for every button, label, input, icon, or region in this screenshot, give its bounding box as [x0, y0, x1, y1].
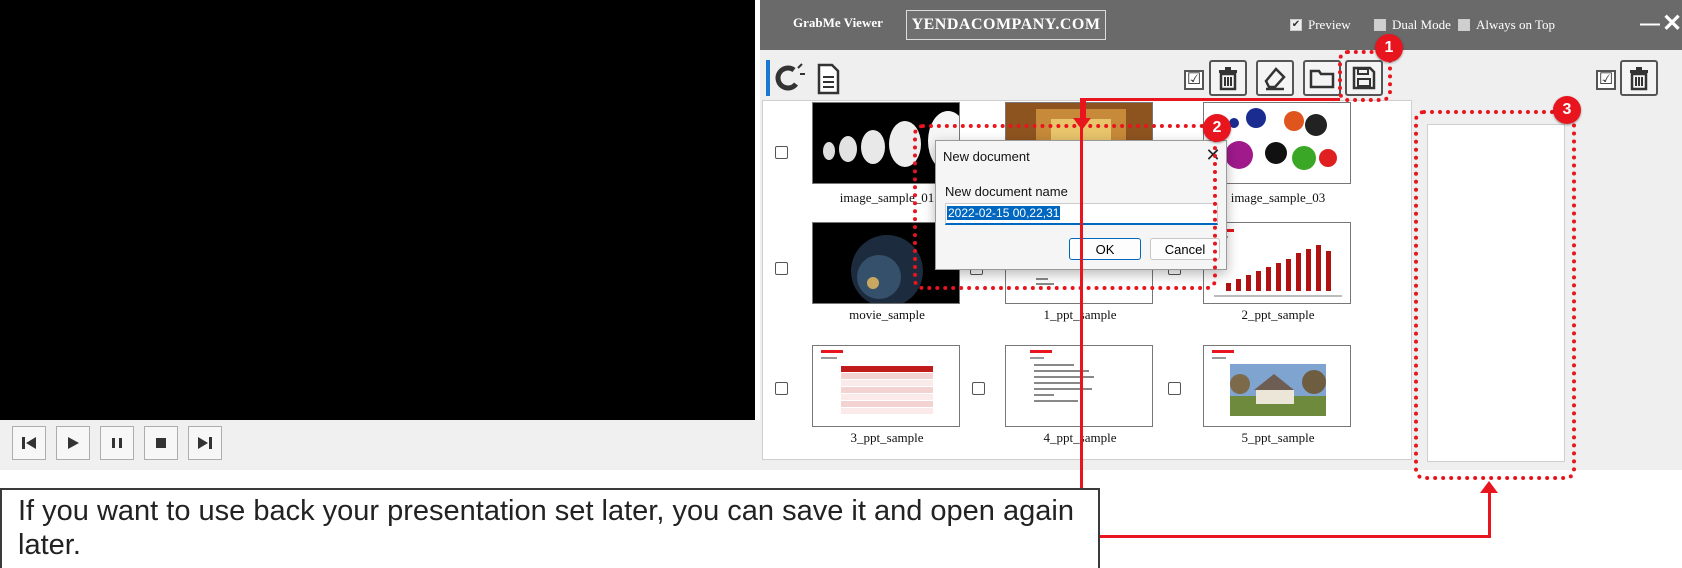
play-button[interactable]: [56, 426, 90, 460]
document-icon: [817, 63, 840, 95]
pause-icon: [112, 438, 122, 448]
minimize-button[interactable]: —: [1640, 14, 1662, 34]
delete-button[interactable]: [1209, 60, 1247, 96]
item-checkbox[interactable]: [775, 382, 788, 395]
connector-bottom: [1080, 535, 1490, 538]
item-caption: movie_sample: [849, 307, 925, 322]
document-tab[interactable]: [812, 62, 844, 96]
option-preview[interactable]: ✔ Preview: [1290, 17, 1351, 33]
select-all-checkbox[interactable]: ☑: [1184, 70, 1204, 90]
checkbox-icon: [1374, 19, 1386, 31]
option-always-on-top-label: Always on Top: [1476, 17, 1556, 32]
pause-button[interactable]: [100, 426, 134, 460]
thumbnail-4-ppt-sample[interactable]: [1005, 345, 1153, 427]
thumbnail-3-ppt-sample[interactable]: [812, 345, 960, 427]
skip-forward-icon: [198, 437, 212, 449]
close-button[interactable]: ✕: [1662, 10, 1682, 38]
item-checkbox[interactable]: [775, 146, 788, 159]
item-checkbox[interactable]: [972, 382, 985, 395]
connector-up-to-panel: [1488, 490, 1491, 538]
skip-back-icon: [22, 437, 36, 449]
item-checkbox[interactable]: [775, 262, 788, 275]
active-tab-indicator: [766, 60, 770, 96]
arrow-up-icon: [1480, 481, 1498, 493]
option-always-on-top[interactable]: Always on Top: [1458, 17, 1555, 33]
arrow-down-icon: [1073, 118, 1091, 130]
table-slide-thumbnail-icon: [821, 350, 933, 414]
highlight-dialog: [913, 124, 1217, 290]
item-caption: 2_ppt_sample: [1241, 307, 1315, 322]
eraser-button[interactable]: [1256, 60, 1294, 96]
instruction-caption-text: If you want to use back your presentatio…: [18, 495, 1074, 561]
magnet-icon: [775, 63, 805, 91]
skip-back-button[interactable]: [12, 426, 46, 460]
folder-icon: [1309, 69, 1335, 89]
app-title: GrabMe Viewer: [793, 15, 883, 30]
item-caption: 5_ppt_sample: [1241, 430, 1315, 445]
item-caption: 3_ppt_sample: [850, 430, 924, 445]
skip-forward-button[interactable]: [188, 426, 222, 460]
connector-top: [1080, 98, 1340, 101]
option-dual-mode-label: Dual Mode: [1392, 17, 1451, 32]
stop-icon: [156, 438, 166, 448]
open-folder-button[interactable]: [1303, 60, 1341, 96]
callout-badge-2: 2: [1203, 114, 1231, 142]
house-photo-slide-thumbnail-icon: [1212, 350, 1326, 416]
option-dual-mode[interactable]: Dual Mode: [1374, 17, 1451, 33]
highlight-right-panel: [1414, 110, 1576, 480]
thumbnail-5-ppt-sample[interactable]: [1203, 345, 1351, 427]
right-panel-delete-button[interactable]: [1620, 60, 1658, 96]
video-preview-area: [0, 0, 755, 420]
callout-badge-1: 1: [1375, 34, 1403, 62]
eraser-icon: [1264, 67, 1286, 91]
connector-down-to-dialog: [1083, 98, 1086, 120]
trash-icon: [1219, 67, 1237, 91]
magnet-tab[interactable]: [772, 62, 806, 96]
play-icon: [68, 437, 79, 449]
trash-icon: [1630, 67, 1648, 91]
right-panel-select-all-checkbox[interactable]: ☑: [1596, 70, 1616, 90]
checkbox-checked-icon: ✔: [1290, 19, 1302, 31]
item-checkbox[interactable]: [1168, 382, 1181, 395]
connector-vertical-left: [1080, 98, 1083, 538]
option-preview-label: Preview: [1308, 17, 1351, 32]
url-badge[interactable]: YENDACOMPANY.COM: [906, 10, 1106, 40]
checkbox-icon: [1458, 19, 1470, 31]
stop-button[interactable]: [144, 426, 178, 460]
callout-badge-3: 3: [1553, 96, 1581, 124]
